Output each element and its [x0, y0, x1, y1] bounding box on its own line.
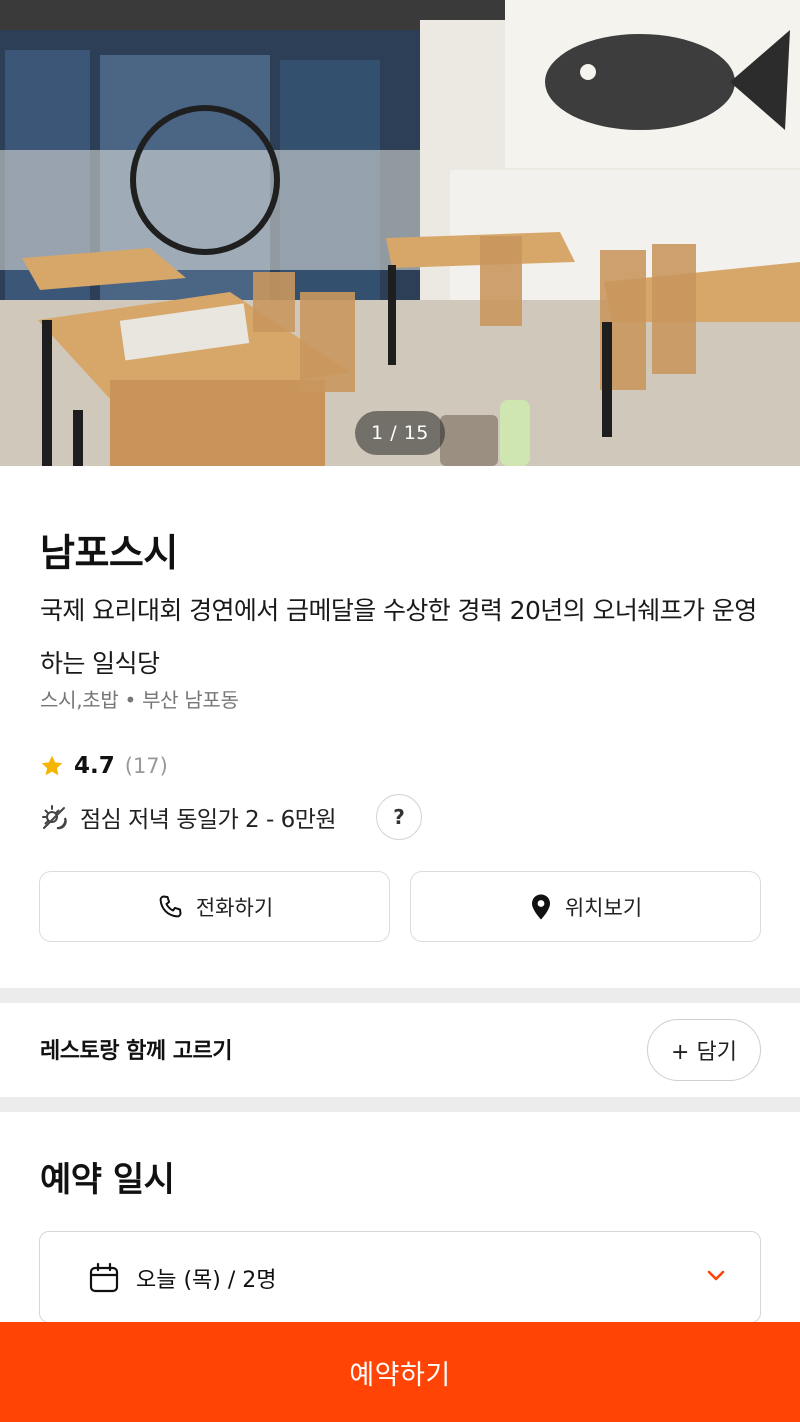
- photo-counter: 1 / 15: [355, 411, 445, 455]
- star-icon: [41, 755, 63, 776]
- price-help-button[interactable]: ?: [376, 794, 423, 840]
- restaurant-category-location: 스시,초밥 • 부산 남포동: [40, 688, 239, 712]
- price-range: 점심 저녁 동일가 2 - 6만원: [80, 807, 337, 833]
- call-button[interactable]: 전화하기: [39, 871, 390, 942]
- restaurant-compare-label: 레스토랑 함께 고르기: [40, 1039, 232, 1064]
- add-to-compare-button[interactable]: + 담기: [647, 1019, 761, 1081]
- date-party-selector[interactable]: 오늘 (목) / 2명: [39, 1231, 761, 1323]
- calendar-icon: [89, 1262, 119, 1293]
- rating-row[interactable]: 4.7 (17): [40, 750, 168, 782]
- restaurant-compare-row: 레스토랑 함께 고르기 + 담기: [0, 1003, 800, 1097]
- restaurant-interior-image: [0, 0, 800, 466]
- restaurant-photo[interactable]: 1 / 15: [0, 0, 800, 466]
- section-divider: [0, 988, 800, 1003]
- review-count: (17): [124, 754, 168, 778]
- location-pin-icon: [531, 894, 550, 919]
- reservation-title: 예약 일시: [40, 1160, 175, 1200]
- restaurant-name: 남포스시: [40, 531, 178, 575]
- call-button-label: 전화하기: [195, 895, 274, 920]
- map-button-label: 위치보기: [564, 895, 643, 920]
- restaurant-description: 국제 요리대회 경연에서 금메달을 수상한 경력 20년의 오너쉐프가 운영하는…: [40, 596, 757, 678]
- sun-moon-icon: [42, 805, 67, 830]
- price-row: 점심 저녁 동일가 2 - 6만원 ?: [40, 794, 423, 840]
- map-button[interactable]: 위치보기: [410, 871, 761, 942]
- chevron-down-icon: [707, 1270, 725, 1281]
- rating-value: 4.7: [74, 753, 115, 779]
- reserve-button[interactable]: 예약하기: [0, 1322, 800, 1422]
- section-divider: [0, 1097, 800, 1112]
- phone-icon: [159, 895, 182, 917]
- date-party-value: 오늘 (목) / 2명: [136, 1268, 277, 1293]
